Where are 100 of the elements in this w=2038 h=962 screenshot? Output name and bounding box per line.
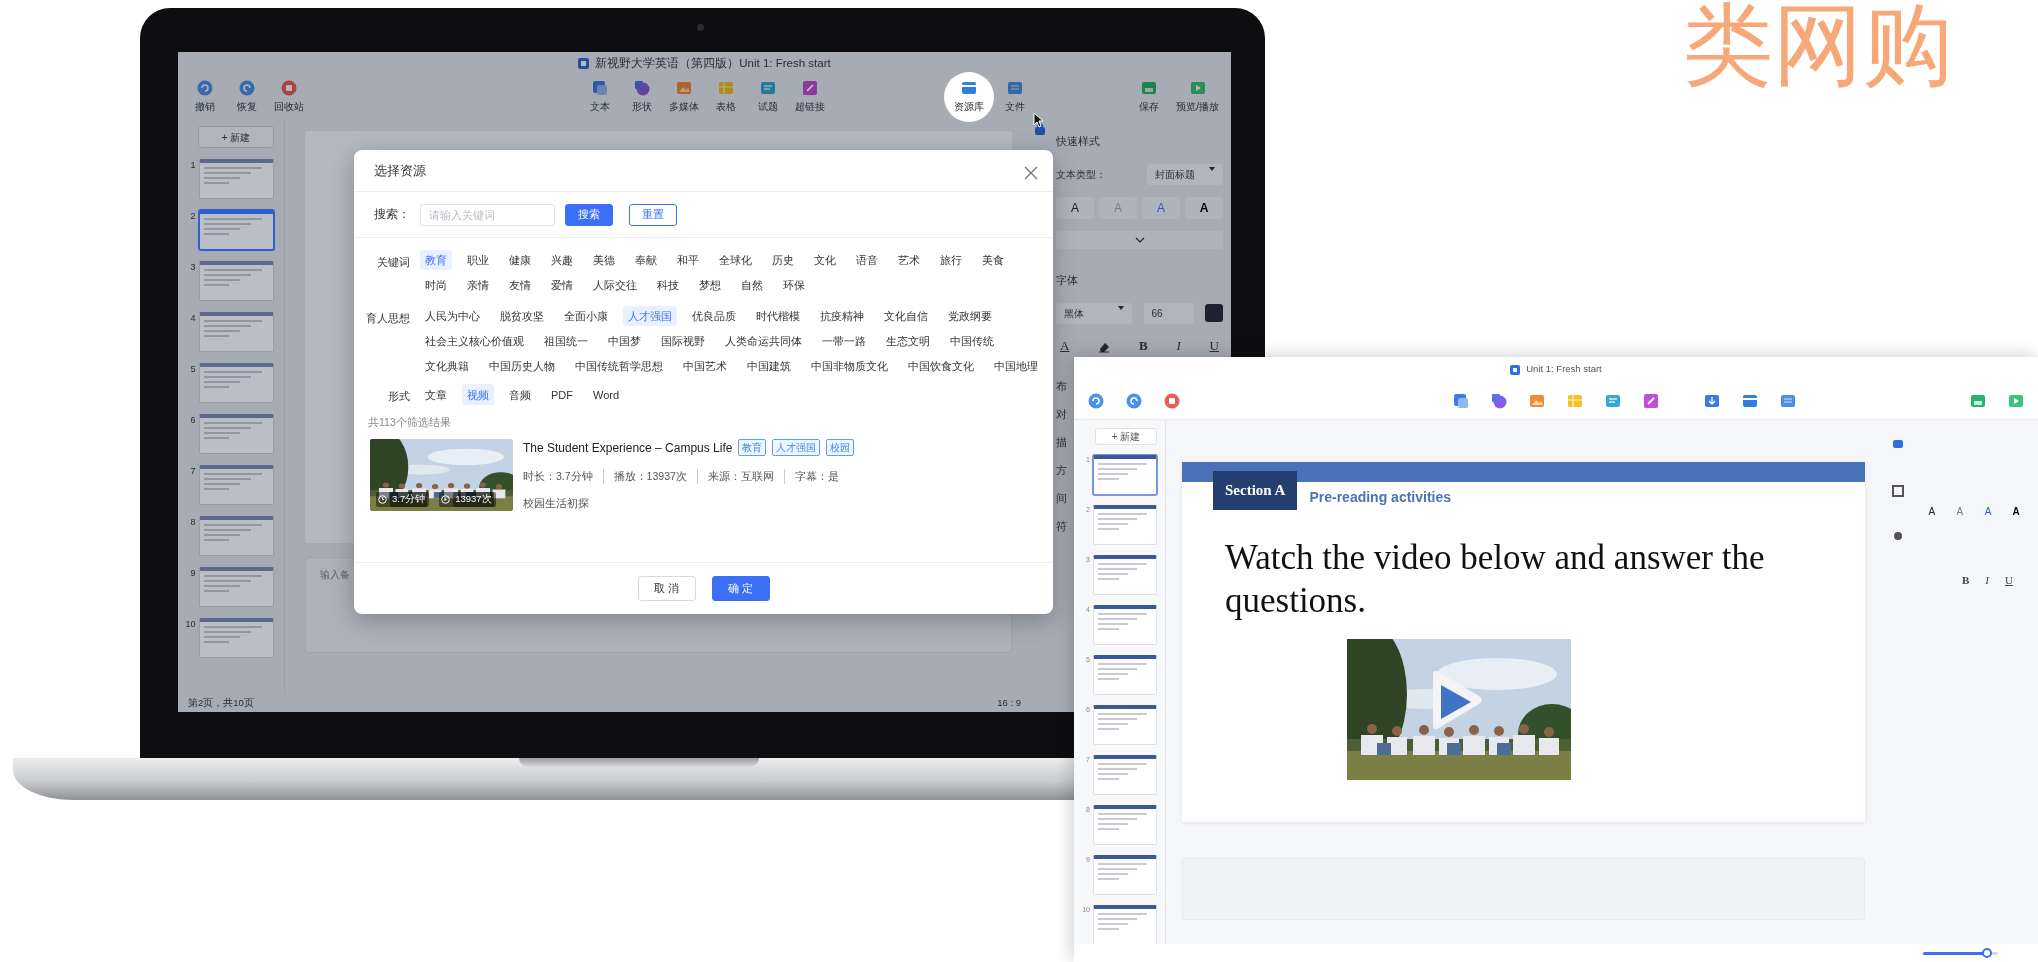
filter-option[interactable]: 中国地理 — [989, 356, 1043, 377]
filter-option[interactable]: 抗疫精神 — [815, 305, 869, 326]
format-button[interactable]: U — [2000, 572, 2017, 589]
filter-option[interactable]: 祖国统一 — [539, 330, 593, 352]
filter-option[interactable]: 兴趣 — [546, 250, 578, 271]
slide-thumbnail[interactable] — [1093, 455, 1157, 495]
filter-option[interactable]: 教育 — [420, 250, 452, 271]
trash-button[interactable] — [1164, 392, 1180, 409]
text-style-sample[interactable]: A — [1945, 500, 1974, 522]
new-slide-button[interactable]: + 新建 — [198, 126, 274, 148]
slider-thumb[interactable] — [1981, 947, 1992, 958]
filter-option[interactable]: 梦想 — [694, 275, 726, 296]
format-button[interactable]: I — [1981, 572, 1993, 589]
text-style-sample[interactable]: A — [1973, 500, 2002, 522]
aspect-ratio-dropdown[interactable]: 16 : 9 — [997, 696, 1021, 711]
filter-option[interactable]: 国际视野 — [656, 330, 710, 352]
slide-thumbnail[interactable] — [1093, 555, 1157, 595]
filter-option[interactable]: 中国饮食文化 — [903, 356, 979, 377]
filter-option[interactable]: 全球化 — [714, 250, 757, 271]
text-button[interactable]: 文本 — [584, 79, 615, 114]
slide-thumbnail[interactable] — [198, 261, 274, 301]
media-button[interactable] — [1529, 392, 1545, 409]
slide-thumbnail[interactable] — [1093, 905, 1157, 945]
search-button[interactable]: 搜索 — [565, 203, 613, 226]
slide-thumbnail[interactable] — [1093, 805, 1157, 845]
text-type-dropdown[interactable]: 封面标题 — [1147, 163, 1223, 185]
filter-option[interactable]: 时尚 — [420, 275, 452, 296]
text-style-sample[interactable]: A — [1185, 196, 1223, 219]
library-button[interactable]: 资源库 — [944, 71, 995, 122]
redo-button[interactable] — [1126, 392, 1142, 409]
slide-thumbnail[interactable] — [1093, 855, 1157, 895]
filter-option[interactable]: 人际交往 — [588, 275, 642, 296]
format-button[interactable]: A — [1056, 335, 1074, 355]
filter-option[interactable]: 旅行 — [935, 250, 967, 271]
filter-option[interactable]: 中国梦 — [603, 330, 646, 352]
slide-thumbnail[interactable] — [1093, 705, 1157, 745]
filter-option[interactable]: 中国建筑 — [742, 356, 796, 377]
table-button[interactable]: 表格 — [710, 79, 741, 114]
trash-button[interactable]: 回收站 — [274, 79, 304, 114]
link-button[interactable]: 超链接 — [794, 79, 825, 114]
filter-option[interactable]: 一带一路 — [817, 330, 871, 352]
slide-thumbnail[interactable] — [198, 567, 274, 607]
filter-option[interactable]: 文化自信 — [879, 305, 933, 326]
filter-option[interactable]: 人类命运共同体 — [720, 330, 807, 352]
slide-thumbnail[interactable] — [198, 312, 274, 352]
format-button[interactable]: I — [1172, 335, 1185, 355]
slide-thumbnail[interactable] — [1093, 505, 1157, 545]
filter-option[interactable]: 社会主义核心价值观 — [420, 330, 529, 352]
filter-option[interactable]: 中国非物质文化 — [806, 356, 893, 377]
new-slide-button[interactable]: + 新建 — [1095, 428, 1157, 445]
library-button[interactable] — [1742, 392, 1758, 409]
filter-option[interactable]: 全面小康 — [559, 305, 613, 326]
text-button[interactable] — [1453, 392, 1469, 409]
filter-option[interactable]: Word — [588, 384, 625, 405]
filter-option[interactable]: 奉献 — [630, 250, 662, 271]
text-style-sample[interactable]: A — [1917, 500, 1946, 522]
filter-option[interactable]: 中国艺术 — [678, 356, 732, 377]
undo-button[interactable] — [1088, 392, 1104, 409]
link-button[interactable] — [1643, 392, 1659, 409]
quiz-button[interactable] — [1605, 392, 1621, 409]
filter-option[interactable]: 健康 — [504, 250, 536, 271]
filter-option[interactable]: 中国历史人物 — [484, 356, 560, 377]
shape-button[interactable] — [1491, 392, 1507, 409]
save-button[interactable] — [1970, 392, 1986, 409]
media-button[interactable]: 多媒体 — [668, 79, 699, 114]
file-button[interactable] — [1780, 392, 1796, 409]
format-button[interactable]: B — [1135, 335, 1152, 355]
filter-option[interactable]: 时代楷模 — [751, 305, 805, 326]
save-button[interactable]: 保存 — [1134, 79, 1165, 114]
slide-thumbnail[interactable] — [1093, 755, 1157, 795]
filter-option[interactable]: 生态文明 — [881, 330, 935, 352]
confirm-button[interactable]: 确 定 — [711, 576, 770, 601]
preview-button[interactable] — [2008, 392, 2024, 409]
filter-option[interactable]: 音频 — [504, 384, 536, 405]
color-swatch[interactable] — [1205, 304, 1223, 322]
cancel-button[interactable]: 取 消 — [637, 576, 696, 601]
format-button[interactable]: U — [1205, 335, 1223, 355]
slide-thumbnail[interactable] — [198, 516, 274, 556]
import-button[interactable] — [1704, 392, 1720, 409]
text-style-sample[interactable]: A — [1056, 196, 1094, 219]
filter-option[interactable]: 中国传统 — [945, 330, 999, 352]
filter-option[interactable]: 环保 — [778, 275, 810, 296]
filter-option[interactable]: 视频 — [462, 384, 494, 405]
format-button[interactable]: B — [1957, 572, 1974, 589]
filter-option[interactable]: 爱情 — [546, 275, 578, 296]
preview-button[interactable]: 预览/播放 — [1176, 79, 1219, 114]
text-style-sample[interactable]: A — [2002, 500, 2030, 522]
filter-option[interactable]: 语音 — [851, 250, 883, 271]
font-size-field[interactable]: 66 — [1143, 302, 1194, 324]
zoom-slider[interactable] — [1923, 951, 1998, 955]
filter-option[interactable]: 亲情 — [462, 275, 494, 296]
slide-thumbnail[interactable] — [198, 363, 274, 403]
result-title[interactable]: The Student Experience – Campus Life — [523, 438, 733, 457]
search-field[interactable]: 请输入关键词 — [420, 203, 555, 226]
slide-thumbnail[interactable] — [1093, 655, 1157, 695]
slide-thumbnail[interactable] — [198, 465, 274, 505]
shape-button[interactable]: 形状 — [626, 79, 657, 114]
undo-button[interactable]: 撤销 — [190, 79, 220, 114]
slide-thumbnail[interactable] — [198, 159, 274, 199]
filter-option[interactable]: 人才强国 — [623, 305, 677, 326]
